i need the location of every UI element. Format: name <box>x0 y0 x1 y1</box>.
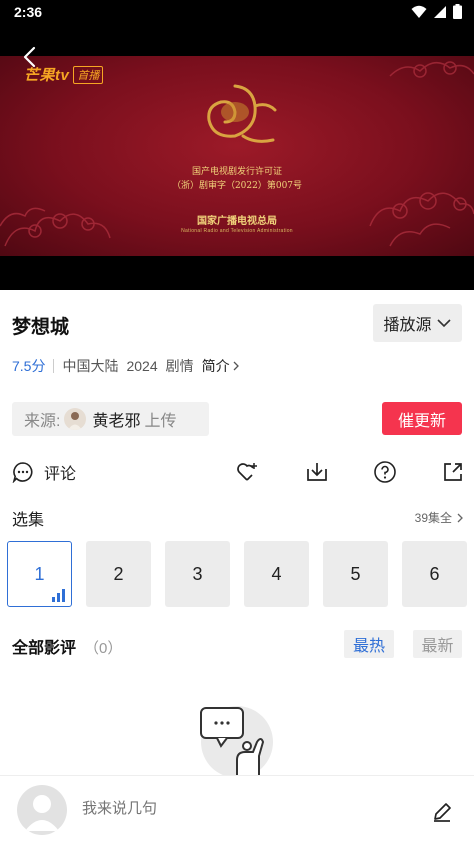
cloud-pattern-top-right <box>389 61 474 78</box>
episode-number: 3 <box>192 563 203 584</box>
episode-number: 5 <box>350 563 361 584</box>
comment-label: 评论 <box>44 466 77 483</box>
urge-update-button[interactable]: 催更新 <box>382 402 462 435</box>
reviews-count: （0） <box>84 640 123 657</box>
reviews-title-text: 全部影评 <box>12 640 77 657</box>
comment-input[interactable] <box>82 800 382 817</box>
episode-list: 1 2 3 4 5 6 <box>7 541 474 607</box>
episodes-all-link[interactable]: 39集全 <box>415 509 464 526</box>
meta-row: 7.5分 中国大陆 2024 剧情 简介 <box>12 355 240 377</box>
play-source-label: 播放源 <box>383 317 432 334</box>
chevron-down-icon <box>436 319 451 328</box>
uploader-info[interactable]: 来源: 黄老邪 上传 <box>12 402 209 436</box>
phoenix-emblem-icon <box>207 84 277 143</box>
episode-button[interactable]: 5 <box>323 541 388 607</box>
episodes-title: 选集 <box>12 512 45 529</box>
meta-divider <box>53 359 55 373</box>
episodes-count: 39集全 <box>414 511 452 525</box>
status-icons <box>411 4 462 19</box>
edit-icon[interactable] <box>430 800 454 824</box>
episode-number: 6 <box>429 563 440 584</box>
show-title: 梦想城 <box>12 317 70 338</box>
signal-icon <box>434 5 446 18</box>
help-icon[interactable] <box>373 460 397 484</box>
comment-icon <box>12 462 33 483</box>
status-time: 2:36 <box>14 4 43 20</box>
title-row: 梦想城 播放源 <box>12 304 462 344</box>
intro-link[interactable]: 简介 <box>202 356 240 376</box>
comment-bar <box>0 775 474 844</box>
intro-label: 简介 <box>201 358 230 374</box>
uploader-prefix: 来源: <box>24 413 61 430</box>
premiere-badge: 首播 <box>73 65 104 84</box>
episode-button[interactable]: 1 <box>7 541 72 607</box>
rating: 7.5分 <box>12 358 46 374</box>
chevron-right-icon <box>457 513 463 522</box>
play-source-button[interactable]: 播放源 <box>373 304 462 342</box>
wifi-icon <box>411 5 427 18</box>
sort-new-tab[interactable]: 最新 <box>413 630 462 658</box>
license-line-1: 国产电视剧发行许可证 <box>191 167 282 177</box>
comment-button[interactable]: 评论 <box>12 460 76 484</box>
reviews-title: 全部影评 （0） <box>12 634 122 658</box>
uploader-avatar <box>64 408 87 430</box>
uploader-name: 黄老邪 <box>92 413 141 430</box>
video-player[interactable]: 芒果tv 首播 国产电视剧发行许可证 （浙）剧审字（2022）第007号 国家广… <box>0 24 474 290</box>
episode-number: 1 <box>34 563 45 584</box>
episode-number: 2 <box>113 563 124 584</box>
episode-button[interactable]: 2 <box>86 541 151 607</box>
episode-button[interactable]: 4 <box>244 541 309 607</box>
uploader-suffix: 上传 <box>144 413 177 430</box>
user-avatar[interactable] <box>17 785 67 835</box>
year: 2024 <box>126 358 158 374</box>
episode-button[interactable]: 6 <box>402 541 467 607</box>
episodes-header: 选集 39集全 <box>12 504 464 529</box>
video-frame: 芒果tv 首播 国产电视剧发行许可证 （浙）剧审字（2022）第007号 国家广… <box>0 56 474 256</box>
genre: 剧情 <box>165 358 194 374</box>
action-row: 评论 <box>0 458 474 488</box>
sort-hot-tab[interactable]: 最热 <box>344 630 394 658</box>
episode-button[interactable]: 3 <box>165 541 230 607</box>
chevron-right-icon <box>233 361 239 371</box>
region: 中国大陆 <box>62 358 119 374</box>
authority-name-en: National Radio and Television Administra… <box>181 228 293 234</box>
reviews-header: 全部影评 （0） 最热 最新 <box>12 630 462 658</box>
battery-icon <box>453 4 462 19</box>
favorite-add-icon[interactable] <box>235 460 259 484</box>
authority-name: 国家广播电视总局 <box>197 216 277 227</box>
status-bar: 2:36 <box>0 0 474 24</box>
share-icon[interactable] <box>441 460 465 484</box>
empty-comments-illustration-icon <box>200 706 273 778</box>
license-line-2: （浙）剧审字（2022）第007号 <box>171 181 303 191</box>
episode-number: 4 <box>271 563 282 584</box>
download-icon[interactable] <box>305 460 329 484</box>
back-icon[interactable] <box>18 44 42 70</box>
playing-indicator-icon <box>52 589 65 602</box>
